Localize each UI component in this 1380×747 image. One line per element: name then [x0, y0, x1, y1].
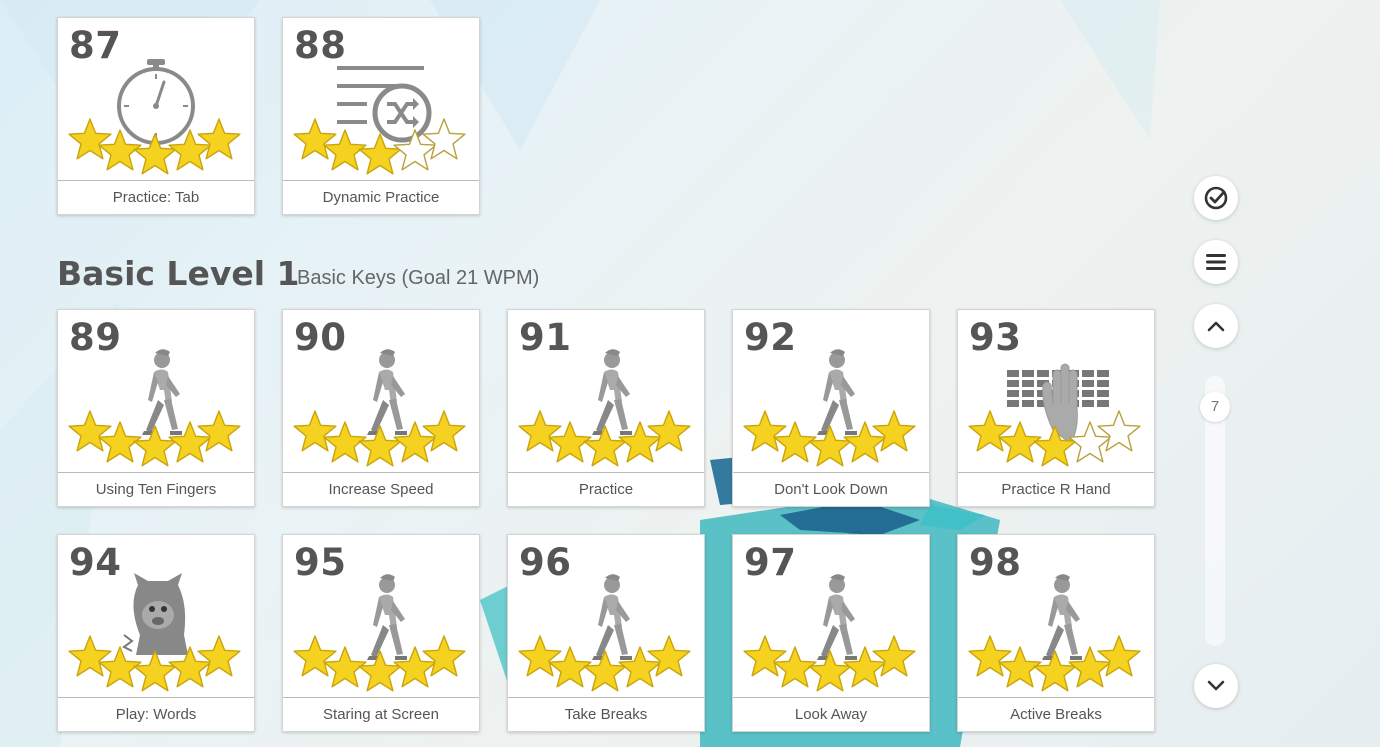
filled-star-icon — [583, 425, 627, 467]
lesson-number: 91 — [519, 316, 572, 359]
filled-star-icon — [422, 410, 466, 452]
filled-star-icon — [422, 635, 466, 677]
walking-person-icon — [592, 574, 632, 660]
filled-star-icon — [197, 410, 241, 452]
filled-star-icon — [968, 410, 1012, 452]
lesson-label: Look Away — [733, 697, 929, 731]
lesson-number: 97 — [744, 541, 797, 584]
lesson-tile[interactable]: 87 Practice: Tab — [57, 17, 255, 215]
lesson-label: Play: Words — [58, 697, 254, 731]
lesson-label: Don't Look Down — [733, 472, 929, 506]
filled-star-icon — [197, 635, 241, 677]
filled-star-icon — [808, 650, 852, 692]
walking-person-icon — [592, 349, 632, 435]
lesson-label: Practice — [508, 472, 704, 506]
filled-star-icon — [358, 650, 402, 692]
filled-star-icon — [293, 410, 337, 452]
star-rating — [68, 118, 241, 175]
check-button[interactable] — [1194, 176, 1238, 220]
page-indicator: 7 — [1200, 392, 1230, 422]
lesson-tile[interactable]: 90 Increase Speed — [282, 309, 480, 507]
filled-star-icon — [197, 118, 241, 160]
lesson-tile[interactable]: 93 Practice R Hand — [957, 309, 1155, 507]
walking-person-icon — [142, 349, 182, 435]
lesson-tile[interactable]: 89 Using Ten Fingers — [57, 309, 255, 507]
filled-star-icon — [583, 650, 627, 692]
filled-star-icon — [68, 635, 112, 677]
section-subtitle: Basic Keys (Goal 21 WPM) — [297, 267, 540, 289]
lesson-number: 92 — [744, 316, 797, 359]
walking-person-icon — [817, 574, 857, 660]
filled-star-icon — [518, 635, 562, 677]
filled-star-icon — [358, 425, 402, 467]
lesson-number: 87 — [69, 24, 122, 67]
walking-person-icon — [817, 349, 857, 435]
filled-star-icon — [68, 410, 112, 452]
lesson-number: 93 — [969, 316, 1022, 359]
menu-icon — [1206, 254, 1226, 270]
lesson-number: 88 — [294, 24, 347, 67]
filled-star-icon — [968, 635, 1012, 677]
lesson-tile[interactable]: 96 Take Breaks — [507, 534, 705, 732]
scroll-up-button[interactable] — [1194, 304, 1238, 348]
lesson-tile[interactable]: 97 Look Away — [732, 534, 930, 732]
scroll-down-button[interactable] — [1194, 664, 1238, 708]
lesson-label: Dynamic Practice — [283, 180, 479, 214]
filled-star-icon — [808, 425, 852, 467]
monster-icon — [122, 573, 188, 655]
lesson-label: Staring at Screen — [283, 697, 479, 731]
lesson-number: 95 — [294, 541, 347, 584]
filled-star-icon — [647, 410, 691, 452]
lesson-label: Take Breaks — [508, 697, 704, 731]
lesson-label: Practice R Hand — [958, 472, 1154, 506]
filled-star-icon — [133, 425, 177, 467]
stopwatch-icon — [117, 59, 195, 145]
walking-person-icon — [367, 574, 407, 660]
chevron-down-icon — [1207, 680, 1225, 691]
lesson-tile[interactable]: 95 Staring at Screen — [282, 534, 480, 732]
filled-star-icon — [293, 118, 337, 160]
lesson-label: Increase Speed — [283, 472, 479, 506]
filled-star-icon — [647, 635, 691, 677]
filled-star-icon — [872, 410, 916, 452]
lesson-number: 98 — [969, 541, 1022, 584]
lesson-tile[interactable]: 94 Play: Words — [57, 534, 255, 732]
lesson-tile[interactable]: 92 Don't Look Down — [732, 309, 930, 507]
check-circle-icon — [1204, 186, 1228, 210]
filled-star-icon — [518, 410, 562, 452]
lesson-label: Using Ten Fingers — [58, 472, 254, 506]
filled-star-icon — [68, 118, 112, 160]
filled-star-icon — [1097, 635, 1141, 677]
lesson-number: 90 — [294, 316, 347, 359]
lesson-tile[interactable]: 98 Active Breaks — [957, 534, 1155, 732]
empty-star-icon — [1097, 410, 1141, 452]
empty-star-icon — [422, 118, 466, 160]
lesson-label: Active Breaks — [958, 697, 1154, 731]
lesson-tile[interactable]: 88 Dynamic Practice — [282, 17, 480, 215]
filled-star-icon — [1033, 650, 1077, 692]
walking-person-icon — [1042, 574, 1082, 660]
chevron-up-icon — [1207, 321, 1225, 332]
filled-star-icon — [133, 650, 177, 692]
lesson-number: 96 — [519, 541, 572, 584]
lesson-number: 89 — [69, 316, 122, 359]
lesson-label: Practice: Tab — [58, 180, 254, 214]
filled-star-icon — [743, 410, 787, 452]
section-title: Basic Level 1 — [57, 254, 300, 293]
lesson-number: 94 — [69, 541, 122, 584]
filled-star-icon — [872, 635, 916, 677]
menu-button[interactable] — [1194, 240, 1238, 284]
shuffle-list-icon — [337, 66, 432, 143]
walking-person-icon — [367, 349, 407, 435]
filled-star-icon — [743, 635, 787, 677]
lesson-tile[interactable]: 91 Practice — [507, 309, 705, 507]
filled-star-icon — [293, 635, 337, 677]
